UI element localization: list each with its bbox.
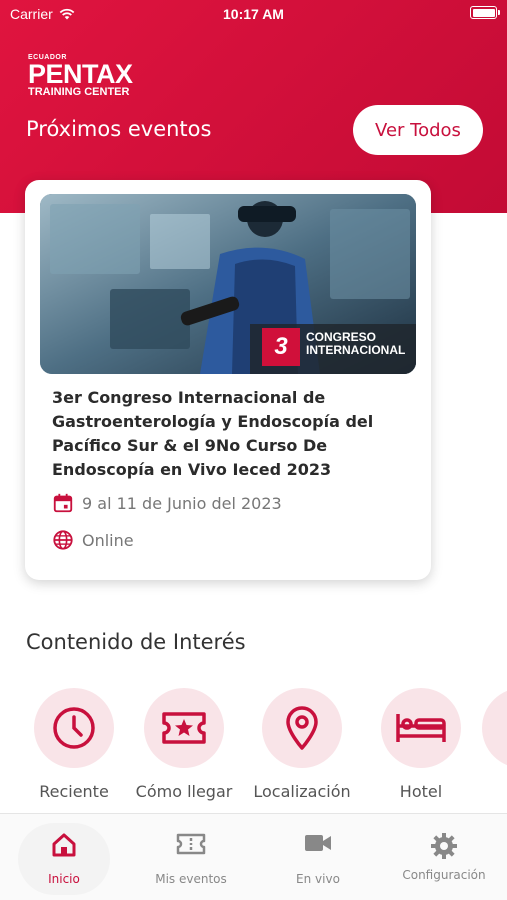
status-bar: Carrier 10:17 AM bbox=[0, 0, 507, 30]
event-location-row: Online bbox=[52, 529, 134, 551]
bottom-tab-bar: Inicio Mis eventos En vivo Configuración bbox=[0, 813, 507, 900]
interest-item-como-llegar[interactable]: Cómo llegar bbox=[134, 688, 234, 801]
upcoming-events-title: Próximos eventos bbox=[26, 117, 212, 141]
congress-caption: CONGRESO INTERNACIONAL bbox=[306, 331, 405, 357]
event-date: 9 al 11 de Junio del 2023 bbox=[82, 493, 282, 513]
tab-inicio[interactable]: Inicio bbox=[9, 814, 119, 900]
interest-item-hotel[interactable]: Hotel bbox=[371, 688, 471, 801]
ticket-icon bbox=[176, 833, 206, 855]
interest-item-partial[interactable] bbox=[482, 688, 507, 768]
tab-en-vivo[interactable]: En vivo bbox=[263, 814, 373, 900]
interest-label: Hotel bbox=[399, 782, 443, 801]
logo-main-text: PENTAX bbox=[28, 59, 133, 89]
interest-item-reciente[interactable]: Reciente bbox=[24, 688, 124, 801]
tab-mis-eventos[interactable]: Mis eventos bbox=[136, 814, 246, 900]
interest-icon-circle bbox=[381, 688, 461, 768]
event-image: 3 CONGRESO INTERNACIONAL bbox=[40, 194, 416, 374]
globe-icon bbox=[53, 530, 73, 550]
ticket-icon bbox=[162, 712, 206, 744]
tab-configuracion[interactable]: Configuración bbox=[389, 814, 499, 900]
video-camera-icon bbox=[305, 835, 331, 851]
tab-label: En vivo bbox=[296, 872, 340, 886]
home-icon bbox=[52, 833, 76, 857]
interest-label: Localización bbox=[253, 782, 351, 801]
event-card[interactable]: 3 CONGRESO INTERNACIONAL 3er Congreso In… bbox=[25, 180, 431, 580]
tab-label: Inicio bbox=[48, 872, 80, 886]
congress-caption-line2: INTERNACIONAL bbox=[306, 343, 406, 357]
interest-label: Reciente bbox=[39, 782, 109, 801]
interest-icon-circle bbox=[482, 688, 507, 768]
interest-icon-circle bbox=[34, 688, 114, 768]
clock-icon bbox=[53, 707, 95, 749]
calendar-icon bbox=[53, 493, 73, 513]
congress-number: 3 bbox=[274, 333, 288, 360]
status-time: 10:17 AM bbox=[223, 6, 284, 22]
interest-icon-circle bbox=[262, 688, 342, 768]
bed-icon bbox=[396, 714, 446, 742]
event-title: 3er Congreso Internacional de Gastroente… bbox=[52, 388, 374, 479]
tab-label: Mis eventos bbox=[155, 872, 227, 886]
battery-icon bbox=[470, 6, 500, 19]
tab-label: Configuración bbox=[402, 868, 486, 882]
gear-icon bbox=[431, 833, 457, 859]
location-pin-icon bbox=[286, 706, 318, 750]
view-all-button[interactable]: Ver Todos bbox=[353, 105, 483, 155]
event-location: Online bbox=[82, 530, 134, 550]
logo-sub-text: TRAINING CENTER bbox=[28, 86, 130, 98]
interest-label: Cómo llegar bbox=[135, 782, 233, 801]
interest-icon-circle bbox=[144, 688, 224, 768]
pentax-logo: ECUADOR PENTAX TRAINING CENTER bbox=[28, 54, 153, 98]
event-date-row: 9 al 11 de Junio del 2023 bbox=[52, 492, 282, 514]
interest-section-title: Contenido de Interés bbox=[26, 630, 246, 654]
interest-item-localizacion[interactable]: Localización bbox=[252, 688, 352, 801]
